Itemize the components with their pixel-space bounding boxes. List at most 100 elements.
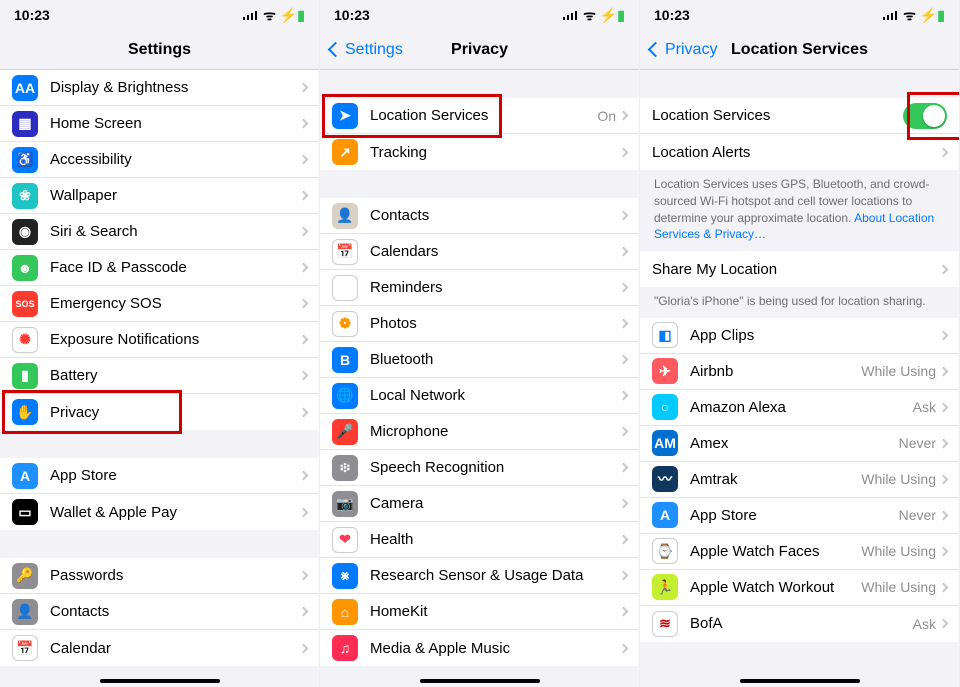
list-item[interactable]: ❁Photos xyxy=(320,306,639,342)
app-icon: 📅 xyxy=(12,635,38,661)
list-item[interactable]: ▦Home Screen xyxy=(0,106,319,142)
back-button[interactable]: Privacy xyxy=(650,41,717,59)
location-alerts-row[interactable]: Location Alerts xyxy=(640,134,959,170)
app-icon: ❤ xyxy=(332,527,358,553)
app-icon: ≋ xyxy=(652,611,678,637)
list-item[interactable]: ✋ Privacy xyxy=(0,394,319,430)
chevron-right-icon xyxy=(939,264,949,274)
list-item[interactable]: ♫Media & Apple Music xyxy=(320,630,639,666)
chevron-right-icon xyxy=(619,463,629,473)
list-item[interactable]: ▮Battery xyxy=(0,358,319,394)
app-icon: 👤 xyxy=(332,203,358,229)
list-item[interactable]: ↗Tracking xyxy=(320,134,639,170)
settings-list-1: AADisplay & Brightness▦Home Screen♿Acces… xyxy=(0,70,319,430)
row-label: Camera xyxy=(370,495,620,512)
list-item[interactable]: ⨳Research Sensor & Usage Data xyxy=(320,558,639,594)
battery-icon: ⚡▮ xyxy=(280,7,305,24)
list-item[interactable]: 👤Contacts xyxy=(320,198,639,234)
app-icon: 📷 xyxy=(332,491,358,517)
row-label: App Store xyxy=(690,507,899,524)
list-item[interactable]: ⋮Reminders xyxy=(320,270,639,306)
list-item[interactable]: ፨Speech Recognition xyxy=(320,450,639,486)
share-my-location-row[interactable]: Share My Location xyxy=(640,251,959,287)
privacy-screen: 10:23 ᯤ ⚡▮ Settings Privacy ➤Location Se… xyxy=(320,0,640,687)
wifi-icon: ᯤ xyxy=(263,6,276,25)
row-detail: Ask xyxy=(913,616,936,632)
app-icon: ⌚ xyxy=(652,538,678,564)
list-item[interactable]: AADisplay & Brightness xyxy=(0,70,319,106)
list-item[interactable]: 🎤 Microphone xyxy=(320,414,639,450)
chevron-right-icon xyxy=(939,439,949,449)
row-label: HomeKit xyxy=(370,603,620,620)
list-item[interactable]: ○Amazon AlexaAsk xyxy=(640,390,959,426)
status-bar: 10:23 ᯤ ⚡▮ xyxy=(320,0,639,30)
share-footer: "Gloria's iPhone" is being used for loca… xyxy=(640,287,959,318)
list-item[interactable]: ❀Wallpaper xyxy=(0,178,319,214)
list-item[interactable]: BBluetooth xyxy=(320,342,639,378)
chevron-right-icon xyxy=(299,571,309,581)
app-icon: 🎤 xyxy=(332,419,358,445)
wifi-icon: ᯤ xyxy=(583,6,596,25)
list-item[interactable]: ✈AirbnbWhile Using xyxy=(640,354,959,390)
row-label: Emergency SOS xyxy=(50,295,300,312)
app-icon: SOS xyxy=(12,291,38,317)
settings-list-2: AApp Store▭Wallet & Apple Pay xyxy=(0,458,319,530)
list-item[interactable]: 📅Calendars xyxy=(320,234,639,270)
chevron-right-icon xyxy=(619,319,629,329)
list-item[interactable]: 🌐Local Network xyxy=(320,378,639,414)
chevron-right-icon xyxy=(619,499,629,509)
row-detail: Never xyxy=(899,507,936,523)
list-item[interactable]: ◧App Clips xyxy=(640,318,959,354)
list-item[interactable]: ▭Wallet & Apple Pay xyxy=(0,494,319,530)
chevron-right-icon xyxy=(619,111,629,121)
chevron-right-icon xyxy=(299,299,309,309)
chevron-right-icon xyxy=(299,83,309,93)
home-indicator[interactable] xyxy=(100,679,220,683)
list-item[interactable]: ≋BofAAsk xyxy=(640,606,959,642)
list-item[interactable]: ❤Health xyxy=(320,522,639,558)
list-item[interactable]: SOS Emergency SOS xyxy=(0,286,319,322)
row-label: Location Services xyxy=(652,107,903,124)
row-label: Privacy xyxy=(50,404,300,421)
list-item[interactable]: 📅Calendar xyxy=(0,630,319,666)
home-indicator[interactable] xyxy=(420,679,540,683)
list-item[interactable]: 🏃Apple Watch WorkoutWhile Using xyxy=(640,570,959,606)
row-label: Microphone xyxy=(370,423,620,440)
row-label: Battery xyxy=(50,367,300,384)
row-label: Amazon Alexa xyxy=(690,399,913,416)
list-item[interactable]: AApp StoreNever xyxy=(640,498,959,534)
list-item[interactable]: ➤Location ServicesOn xyxy=(320,98,639,134)
location-services-toggle[interactable] xyxy=(903,103,947,129)
list-item[interactable]: ✺Exposure Notifications xyxy=(0,322,319,358)
row-label: Amtrak xyxy=(690,471,861,488)
list-item[interactable]: 📷 Camera xyxy=(320,486,639,522)
app-icon: ✋ xyxy=(12,399,38,425)
app-icon: 🔑 xyxy=(12,563,38,589)
chevron-right-icon xyxy=(939,367,949,377)
app-icon: ⋮ xyxy=(332,275,358,301)
status-icons: ᯤ ⚡▮ xyxy=(243,6,305,25)
chevron-right-icon xyxy=(939,583,949,593)
list-item[interactable]: ⌂HomeKit xyxy=(320,594,639,630)
list-item[interactable]: ♿Accessibility xyxy=(0,142,319,178)
chevron-right-icon xyxy=(619,247,629,257)
list-item[interactable]: AMAmexNever xyxy=(640,426,959,462)
list-item[interactable]: ⌚Apple Watch FacesWhile Using xyxy=(640,534,959,570)
row-label: Accessibility xyxy=(50,151,300,168)
row-label: Display & Brightness xyxy=(50,79,300,96)
list-item[interactable]: 🔑Passwords xyxy=(0,558,319,594)
list-item[interactable]: AApp Store xyxy=(0,458,319,494)
list-item[interactable]: 〰AmtrakWhile Using xyxy=(640,462,959,498)
list-item[interactable]: 👤Contacts xyxy=(0,594,319,630)
location-services-toggle-row[interactable]: Location Services xyxy=(640,98,959,134)
chevron-right-icon xyxy=(619,283,629,293)
back-button[interactable]: Settings xyxy=(330,41,403,59)
status-bar: 10:23 ᯤ ⚡▮ xyxy=(0,0,319,30)
row-detail: Ask xyxy=(913,399,936,415)
chevron-right-icon xyxy=(939,403,949,413)
list-item[interactable]: ☻Face ID & Passcode xyxy=(0,250,319,286)
app-icon: A xyxy=(12,463,38,489)
settings-screen: 10:23 ᯤ ⚡▮ Settings AADisplay & Brightne… xyxy=(0,0,320,687)
home-indicator[interactable] xyxy=(740,679,860,683)
list-item[interactable]: ◉Siri & Search xyxy=(0,214,319,250)
